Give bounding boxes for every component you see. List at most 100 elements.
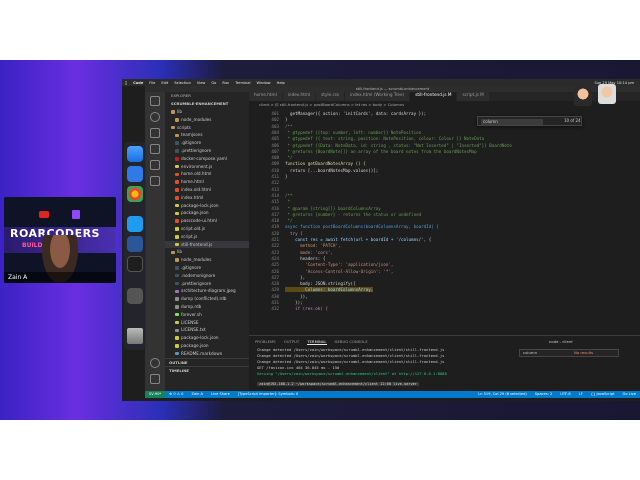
code-line[interactable]: return [...boardNotesMap.values()]; <box>285 168 378 173</box>
file-tree-item[interactable]: dump.rdb <box>165 303 249 311</box>
find-input[interactable]: column <box>481 119 543 125</box>
code-line[interactable]: async function postBoardColumns(boardCol… <box>285 224 439 229</box>
source-control-icon[interactable] <box>150 128 160 138</box>
gear-icon[interactable] <box>150 374 160 384</box>
code-line[interactable]: getManager({ action: 'initCards', data: … <box>285 111 426 116</box>
file-tree-item[interactable]: node_modules <box>165 116 249 124</box>
status-cursor[interactable]: Ln 519, Col 29 (6 selected) <box>474 391 531 398</box>
finder-window-icon[interactable] <box>127 288 143 304</box>
file-tree-item[interactable]: index.old.html <box>165 186 249 194</box>
file-tree-item[interactable]: node_modules <box>165 256 249 264</box>
status-language[interactable]: {} JavaScript <box>587 391 619 398</box>
terminal-prompt[interactable]: zain@192-168-1-2 ~/workspace/scrumbl-enh… <box>257 382 557 387</box>
status-encoding[interactable]: UTF-8 <box>556 391 574 398</box>
code-line[interactable]: }); <box>285 300 303 305</box>
status-ts-importer[interactable]: [TypeScript Importer]: Symbols: 0 <box>234 391 303 398</box>
code-line[interactable]: * @typedef {{ text: string, position: No… <box>285 136 485 141</box>
remote-indicator[interactable]: SV-90* <box>145 391 166 398</box>
status-indent[interactable]: Spaces: 2 <box>531 391 556 398</box>
timeline-section[interactable]: TIMELINE <box>165 365 249 374</box>
menu-file[interactable]: File <box>146 81 158 85</box>
file-tree-item[interactable]: package-lock.json <box>165 202 249 210</box>
menu-code[interactable]: Code <box>130 81 146 85</box>
status-live-share[interactable]: Live Share <box>207 391 234 398</box>
file-tree-item[interactable]: package-lock.json <box>165 334 249 342</box>
code-line[interactable]: }), <box>285 294 308 299</box>
code-line[interactable]: */ <box>285 155 293 160</box>
file-tree-item[interactable]: LICENSE <box>165 319 249 327</box>
status-eol[interactable]: LF <box>575 391 587 398</box>
outline-section[interactable]: OUTLINE <box>165 357 249 366</box>
file-tree-item[interactable]: README.markdown <box>165 350 249 358</box>
code-line[interactable]: * @typedef {{Data: NoteData, id: string … <box>285 143 512 148</box>
panel-tab[interactable]: OUTPUT <box>284 338 299 345</box>
extensions-icon[interactable] <box>150 160 160 170</box>
code-line[interactable]: /** <box>285 124 293 129</box>
trash-icon[interactable] <box>127 328 143 344</box>
code-line[interactable]: * @param {string[]} boardColumnsArray <box>285 206 381 211</box>
file-tree-item[interactable]: .gitignore <box>165 139 249 147</box>
finder-icon[interactable] <box>127 146 143 162</box>
code-line[interactable]: 'Access-Control-Allow-Origin': '*', <box>285 269 393 274</box>
vscode-icon[interactable] <box>127 216 143 232</box>
word-icon[interactable] <box>127 236 143 252</box>
terminal-find-input[interactable]: column <box>523 350 537 355</box>
code-line[interactable]: function getBoardNotesArray () { <box>285 161 366 166</box>
remote-explorer-icon[interactable] <box>150 176 160 186</box>
file-tree-item[interactable]: passcode-ui.html <box>165 217 249 225</box>
code-line[interactable]: * <box>285 199 291 204</box>
explorer-icon[interactable] <box>150 96 160 106</box>
status-problems[interactable]: ⊗ 0 ⚠ 0 <box>165 391 187 398</box>
menu-view[interactable]: View <box>194 81 209 85</box>
code-editor[interactable]: 401 getManager({ action: 'initCards', da… <box>249 108 640 314</box>
terminal-icon[interactable] <box>127 256 143 272</box>
code-line[interactable]: try { <box>285 231 303 236</box>
file-tree-item[interactable]: environment.js <box>165 163 249 171</box>
file-tree-item[interactable]: script.old.js <box>165 225 249 233</box>
file-tree-item[interactable]: index.html <box>165 194 249 202</box>
code-line[interactable]: mode: 'cors', <box>285 250 333 255</box>
menu-window[interactable]: Window <box>253 81 273 85</box>
file-tree-item[interactable]: home.old.html <box>165 170 249 178</box>
panel-tab[interactable]: TERMINAL <box>307 338 327 345</box>
file-tree-item[interactable]: .prettierignore <box>165 280 249 288</box>
file-tree-item[interactable]: docker-compose.yaml <box>165 155 249 163</box>
code-line[interactable]: method: 'PATCH', <box>285 243 340 248</box>
code-line[interactable]: Columns: boardColumnsArray, <box>285 287 374 293</box>
file-tree-item[interactable]: scripts <box>165 124 249 132</box>
file-tree-item[interactable]: home.html <box>165 178 249 186</box>
editor-tab[interactable]: index.html (Working Tree) <box>345 92 411 101</box>
editor-tab[interactable]: home.html <box>249 92 283 101</box>
account-icon[interactable] <box>150 358 160 368</box>
panel-tab[interactable]: DEBUG CONSOLE <box>335 338 368 345</box>
file-tree-item[interactable]: package.json <box>165 209 249 217</box>
file-tree-item[interactable]: .gitignore <box>165 264 249 272</box>
status-go-live[interactable]: Go Live <box>619 391 640 398</box>
code-line[interactable]: const res = await fetch(url + boardId + … <box>285 237 431 242</box>
menu-terminal[interactable]: Terminal <box>232 81 253 85</box>
file-tree-item[interactable]: architecture-diagram.jpeg <box>165 287 249 295</box>
file-tree-item[interactable]: .nodemonignore <box>165 272 249 280</box>
panel-tab[interactable]: PROBLEMS <box>255 338 276 345</box>
file-tree-item[interactable]: lib <box>165 248 249 256</box>
code-line[interactable]: /** <box>285 193 293 198</box>
file-tree-item[interactable]: dump (conflicted).rdb <box>165 295 249 303</box>
file-tree-item[interactable]: still-frontend.js <box>165 240 249 249</box>
code-line[interactable]: body: JSON.stringify({ <box>285 281 355 286</box>
editor-tab[interactable]: style.css <box>316 92 346 101</box>
file-tree-item[interactable]: package.json <box>165 342 249 350</box>
file-tree-item[interactable]: forever.sh <box>165 311 249 319</box>
file-tree-item[interactable]: script.js <box>165 233 249 241</box>
code-line[interactable]: * @returns {number} - returns the status… <box>285 212 422 217</box>
editor-tab[interactable]: still-frontend.js M <box>410 92 458 101</box>
run-debug-icon[interactable] <box>150 144 160 154</box>
search-icon[interactable] <box>150 112 160 122</box>
file-tree-item[interactable]: .prettierignore <box>165 147 249 155</box>
file-tree-item[interactable]: teamjsons <box>165 131 249 139</box>
code-line[interactable]: 'Content-Type': 'application/json', <box>285 262 393 267</box>
explorer-root[interactable]: SCRUMBLE-ENHANCEMENT <box>165 100 249 108</box>
code-line[interactable]: headers: { <box>285 256 325 261</box>
terminal-select[interactable]: node - client <box>549 338 573 345</box>
code-line[interactable]: */ <box>285 218 293 223</box>
code-line[interactable]: if (res.ok) { <box>285 306 328 311</box>
